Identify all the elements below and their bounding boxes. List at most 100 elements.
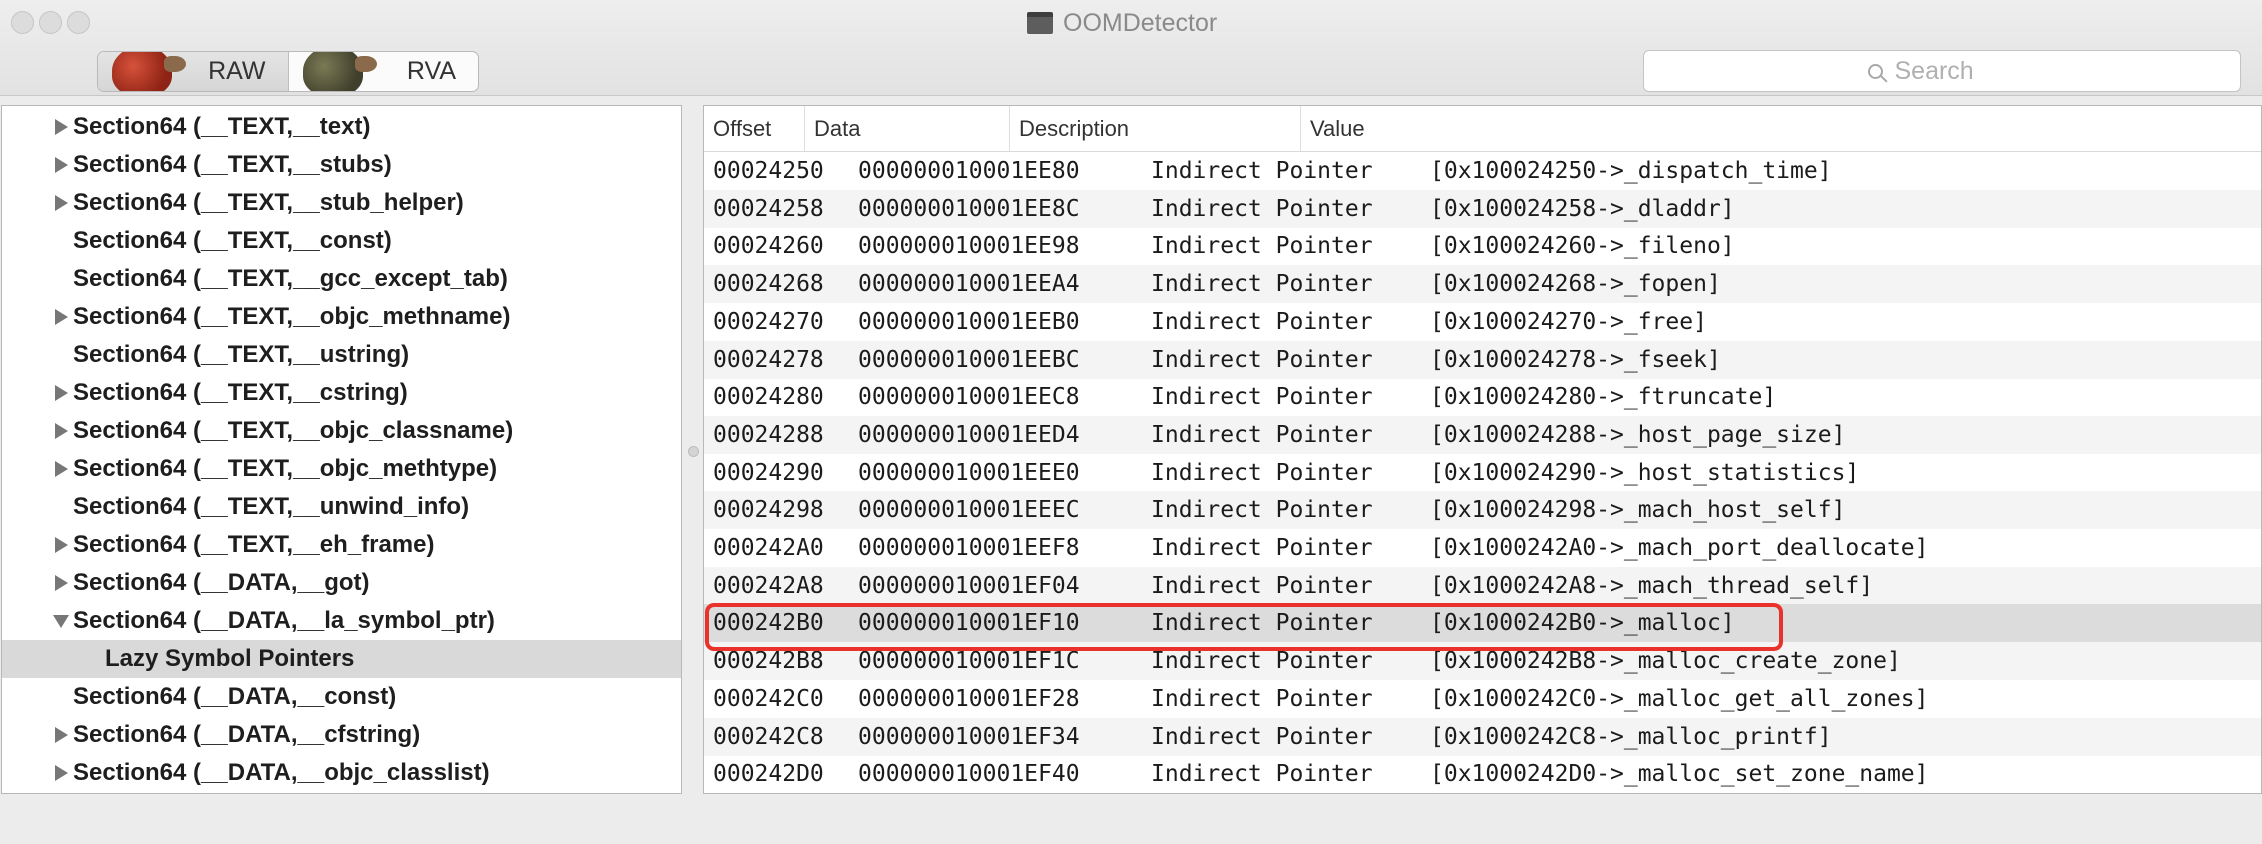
disclosure-expanded-icon[interactable] xyxy=(52,612,70,630)
data-cell: 000000010001EEBC xyxy=(858,346,1080,373)
value-cell: [0x100024298->_mach_host_self] xyxy=(1430,497,1846,524)
value-cell: [0x100024260->_fileno] xyxy=(1430,233,1735,260)
description-cell: Indirect Pointer xyxy=(1151,459,1373,486)
search-input[interactable] xyxy=(1892,55,2017,87)
sidebar-item[interactable]: Section64 (__TEXT,__const) xyxy=(2,222,681,260)
document-icon xyxy=(1027,12,1053,34)
description-cell: Indirect Pointer xyxy=(1151,271,1373,298)
sidebar-item-label: Section64 (__TEXT,__objc_methname) xyxy=(73,303,511,330)
disclosure-collapsed-icon[interactable] xyxy=(52,764,70,782)
disclosure-collapsed-icon[interactable] xyxy=(52,574,70,592)
disclosure-collapsed-icon[interactable] xyxy=(52,194,70,212)
value-cell: [0x1000242C8->_malloc_printf] xyxy=(1430,723,1832,750)
disclosure-collapsed-icon[interactable] xyxy=(52,118,70,136)
table-row[interactable]: 00024288 000000010001EED4 Indirect Pointer… xyxy=(704,415,2261,454)
sidebar-item-label: Section64 (__TEXT,__eh_frame) xyxy=(73,531,435,558)
column-header-data[interactable]: Data xyxy=(805,106,1010,151)
description-cell: Indirect Pointer xyxy=(1151,723,1373,750)
table-row[interactable]: 000242A8 000000010001EF04 Indirect Pointer… xyxy=(704,566,2261,605)
pointer-table: Offset Data Description Value 00024250 00… xyxy=(703,105,2262,794)
description-cell: Indirect Pointer xyxy=(1151,610,1373,637)
search-field[interactable] xyxy=(1643,50,2241,92)
sidebar-item[interactable]: Section64 (__TEXT,__gcc_except_tab) xyxy=(2,260,681,298)
table-row[interactable]: 00024278 000000010001EEBC Indirect Pointer… xyxy=(704,340,2261,379)
column-header-description[interactable]: Description xyxy=(1010,106,1301,151)
disclosure-collapsed-icon[interactable] xyxy=(52,308,70,326)
column-header-value[interactable]: Value xyxy=(1301,106,2261,151)
disclosure-collapsed-icon[interactable] xyxy=(52,156,70,174)
table-row[interactable]: 000242C0 000000010001EF28 Indirect Pointer… xyxy=(704,680,2261,718)
value-cell: [0x100024290->_host_statistics] xyxy=(1430,459,1860,486)
sidebar-item[interactable]: Lazy Symbol Pointers xyxy=(2,640,681,678)
close-window-icon[interactable] xyxy=(11,11,34,34)
offset-cell: 00024258 xyxy=(713,195,824,222)
offset-cell: 000242A8 xyxy=(713,572,824,599)
description-cell: Indirect Pointer xyxy=(1151,384,1373,411)
sidebar-item[interactable]: Section64 (__TEXT,__ustring) xyxy=(2,336,681,374)
sidebar-item[interactable]: Section64 (__TEXT,__objc_methname) xyxy=(2,298,681,336)
sidebar-item[interactable]: Section64 (__TEXT,__objc_classname) xyxy=(2,412,681,450)
table-row[interactable]: 00024258 000000010001EE8C Indirect Pointer… xyxy=(704,189,2261,228)
description-cell: Indirect Pointer xyxy=(1151,233,1373,260)
table-row[interactable]: 00024270 000000010001EEB0 Indirect Pointer… xyxy=(704,303,2261,341)
split-view-divider-handle[interactable] xyxy=(688,446,699,457)
table-row[interactable]: 000242B8 000000010001EF1C Indirect Pointer… xyxy=(704,642,2261,681)
data-cell: 000000010001EF1C xyxy=(858,648,1080,675)
data-cell: 000000010001EE80 xyxy=(858,158,1080,184)
data-cell: 000000010001EE98 xyxy=(858,233,1080,260)
raw-mode-button[interactable]: RAW xyxy=(98,52,289,91)
offset-cell: 00024288 xyxy=(713,421,824,448)
table-row[interactable]: 00024298 000000010001EEEC Indirect Pointer… xyxy=(704,491,2261,530)
window-titlebar: OOMDetector RAW RVA xyxy=(0,0,2262,96)
table-row[interactable]: 00024260 000000010001EE98 Indirect Pointer… xyxy=(704,227,2261,265)
sidebar-item-label: Section64 (__TEXT,__stub_helper) xyxy=(73,189,464,216)
description-cell: Indirect Pointer xyxy=(1151,497,1373,524)
description-cell: Indirect Pointer xyxy=(1151,572,1373,599)
sidebar-item[interactable]: Section64 (__TEXT,__eh_frame) xyxy=(2,526,681,564)
sidebar-item[interactable]: Section64 (__TEXT,__text) xyxy=(2,108,681,146)
sidebar-item-label: Section64 (__DATA,__la_symbol_ptr) xyxy=(73,607,495,634)
table-row[interactable]: 000242C8 000000010001EF34 Indirect Pointer… xyxy=(704,717,2261,756)
table-row[interactable]: 00024280 000000010001EEC8 Indirect Pointer… xyxy=(704,378,2261,416)
table-row[interactable]: 000242D0 000000010001EF40 Indirect Pointer… xyxy=(704,755,2261,793)
raw-mode-label: RAW xyxy=(208,57,266,85)
zoom-window-icon[interactable] xyxy=(67,11,90,34)
sidebar-item-label: Section64 (__DATA,__cfstring) xyxy=(73,721,421,748)
column-header-offset[interactable]: Offset xyxy=(704,106,805,151)
address-mode-segmented-control: RAW RVA xyxy=(97,51,479,92)
offset-cell: 000242C0 xyxy=(713,685,824,712)
offset-cell: 000242C8 xyxy=(713,723,824,750)
data-cell: 000000010001EF28 xyxy=(858,685,1080,712)
value-cell: [0x100024250->_dispatch_time] xyxy=(1430,158,1832,184)
table-row[interactable]: 00024290 000000010001EEE0 Indirect Pointer… xyxy=(704,454,2261,492)
sidebar-item[interactable]: Section64 (__DATA,__got) xyxy=(2,564,681,602)
data-cell: 000000010001EF40 xyxy=(858,761,1080,788)
value-cell: [0x1000242A0->_mach_port_deallocate] xyxy=(1430,535,1929,561)
table-row[interactable]: 000242A0 000000010001EEF8 Indirect Pointer… xyxy=(704,529,2261,567)
sidebar-item[interactable]: Section64 (__TEXT,__unwind_info) xyxy=(2,488,681,526)
sidebar-item[interactable]: Section64 (__DATA,__la_symbol_ptr) xyxy=(2,602,681,640)
description-cell: Indirect Pointer xyxy=(1151,308,1373,335)
data-cell: 000000010001EE8C xyxy=(858,195,1080,222)
table-row[interactable]: 00024250 000000010001EE80 Indirect Pointer… xyxy=(704,152,2261,190)
disclosure-collapsed-icon[interactable] xyxy=(52,422,70,440)
table-row[interactable]: 000242B0 000000010001EF10 Indirect Pointer… xyxy=(704,604,2261,643)
sidebar-item[interactable]: Section64 (__TEXT,__stub_helper) xyxy=(2,184,681,222)
disclosure-collapsed-icon[interactable] xyxy=(52,726,70,744)
sidebar-item[interactable]: Section64 (__TEXT,__stubs) xyxy=(2,146,681,184)
sidebar-item[interactable]: Section64 (__TEXT,__cstring) xyxy=(2,374,681,412)
sidebar-item[interactable]: Section64 (__DATA,__cfstring) xyxy=(2,716,681,754)
sidebar-item-label: Section64 (__TEXT,__objc_methtype) xyxy=(73,455,498,482)
table-row[interactable]: 00024268 000000010001EEA4 Indirect Pointer… xyxy=(704,265,2261,304)
sidebar-item[interactable]: Section64 (__TEXT,__objc_methtype) xyxy=(2,450,681,488)
rva-mode-button[interactable]: RVA xyxy=(289,52,479,91)
disclosure-collapsed-icon[interactable] xyxy=(52,460,70,478)
sidebar-item[interactable]: Section64 (__DATA,__objc_classlist) xyxy=(2,754,681,792)
disclosure-collapsed-icon[interactable] xyxy=(52,384,70,402)
disclosure-collapsed-icon[interactable] xyxy=(52,536,70,554)
table-header: Offset Data Description Value xyxy=(704,106,2261,152)
sidebar-item-label: Section64 (__DATA,__objc_classlist) xyxy=(73,759,490,786)
sidebar-item[interactable]: Section64 (__DATA,__const) xyxy=(2,678,681,716)
minimize-window-icon[interactable] xyxy=(39,11,62,34)
data-cell: 000000010001EF04 xyxy=(858,572,1080,599)
